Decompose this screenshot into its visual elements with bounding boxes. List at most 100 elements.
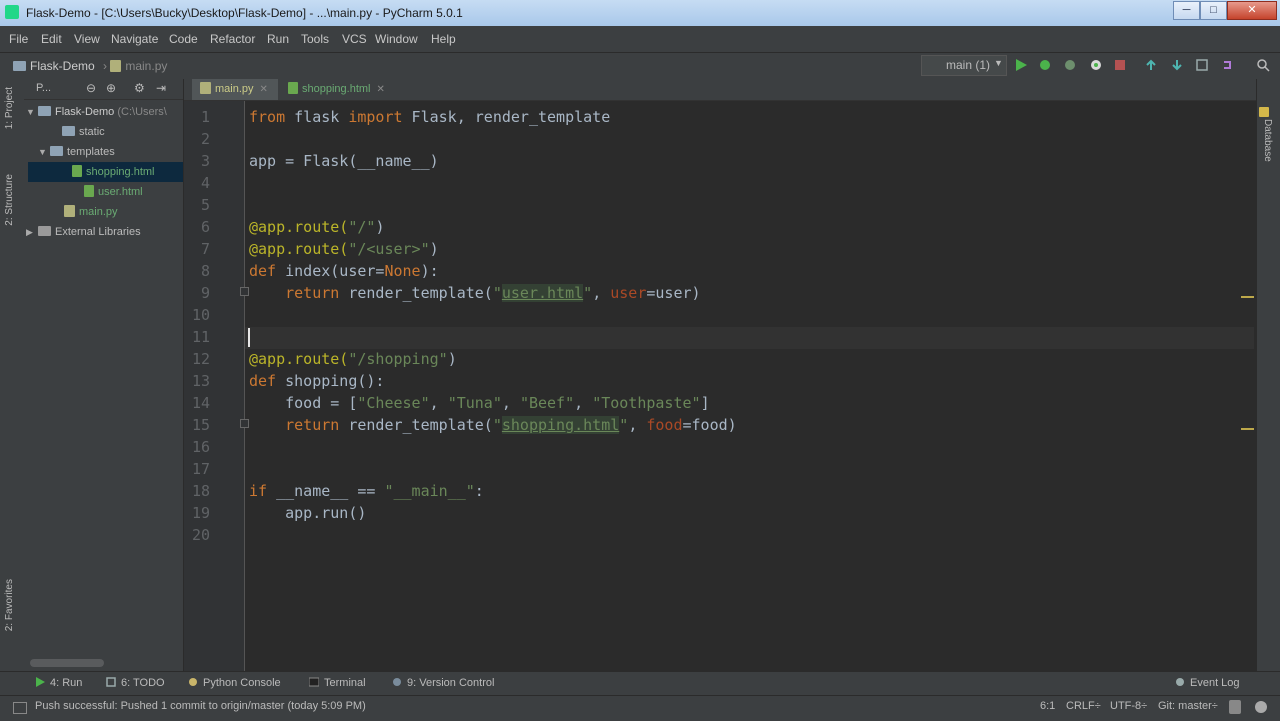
project-panel: P... ⊖ ⊕ ⚙ ⇥ ▼ Flask-Demo (C:\Users\ stat… [24,79,184,671]
line-number: 12 [191,350,210,368]
vcs-update-icon[interactable] [1144,58,1158,72]
warning-icon[interactable] [1259,107,1269,117]
breadcrumb-file[interactable]: › main.py [103,59,167,73]
menu-tools[interactable]: Tools [301,32,329,46]
code-line: food = ["Cheese", "Tuna", "Beef", "Tooth… [249,394,710,412]
gear-icon[interactable]: ⚙ [134,81,145,95]
menu-view[interactable]: View [74,32,100,46]
run-config-select[interactable]: main (1) ▼ [921,55,1007,76]
project-horizontal-scrollbar[interactable] [30,659,104,667]
current-line-highlight [245,327,1254,349]
stop-icon[interactable] [1113,58,1127,72]
git-branch[interactable]: Git: master÷ [1158,700,1218,712]
tree-item-user-html[interactable]: user.html [84,182,143,202]
version-control-icon [393,678,401,686]
structure-tool-tab[interactable]: 2: Structure [4,174,15,226]
menu-run[interactable]: Run [267,32,289,46]
tab-shopping-html[interactable]: shopping.html ✕ [280,79,408,100]
version-control-tool-button[interactable]: 9: Version Control [392,677,494,689]
favorites-tool-tab[interactable]: 2: Favorites [4,579,15,631]
pycharm-logo-icon [5,5,19,19]
database-tool-tab[interactable]: Database [1262,119,1273,162]
tree-item-templates[interactable]: ▼ templates [38,142,115,162]
code-line: def shopping(): [249,372,385,390]
lock-icon[interactable] [1229,700,1241,714]
library-icon [38,226,51,236]
code-line: @app.route("/<user>") [249,240,439,258]
file-encoding[interactable]: UTF-8÷ [1110,700,1147,712]
line-number: 2 [200,130,210,148]
coverage-icon[interactable] [1063,58,1077,72]
tool-windows-toggle-icon[interactable] [13,702,27,714]
debug-icon[interactable] [1038,58,1052,72]
event-log-button[interactable]: Event Log [1175,677,1240,689]
caret-position[interactable]: 6:1 [1040,700,1055,712]
tree-item-shopping-html[interactable]: shopping.html [28,162,183,182]
project-tool-tab[interactable]: 1: Project [4,87,15,129]
error-stripe-mark[interactable] [1241,296,1254,298]
tree-item-static[interactable]: static [50,122,105,142]
chevron-down-icon: ▼ [994,58,1003,68]
search-icon[interactable] [1256,58,1270,72]
hide-panel-icon[interactable]: ⇥ [156,81,166,95]
tree-item-main-py[interactable]: main.py [64,202,118,222]
html-file-icon [84,185,94,197]
scroll-from-source-icon[interactable]: ⊕ [106,81,116,95]
collapse-all-icon[interactable]: ⊖ [86,81,96,95]
html-file-icon [72,165,82,177]
status-bar: Push successful: Pushed 1 commit to orig… [0,695,1280,721]
title-bar: Flask-Demo - [C:\Users\Bucky\Desktop\Fla… [0,0,1280,26]
menu-bar: File Edit View Navigate Code Refactor Ru… [0,26,1280,52]
code-line: if __name__ == "__main__": [249,482,484,500]
folder-icon [38,106,51,116]
code-line: from flask import Flask, render_template [249,108,611,126]
line-number: 14 [191,394,210,412]
run-tool-button[interactable]: 4: Run [35,677,82,689]
breadcrumb-project[interactable]: Flask-Demo [13,59,95,73]
terminal-tool-button[interactable]: Terminal [309,677,366,689]
vcs-commit-icon[interactable] [1170,58,1184,72]
profile-icon[interactable] [1089,58,1103,72]
line-number: 6 [200,218,210,236]
python-file-icon [200,82,211,94]
menu-refactor[interactable]: Refactor [210,32,255,46]
minimize-button[interactable]: ─ [1173,1,1200,20]
menu-window[interactable]: Window [375,32,418,46]
run-icon[interactable] [1014,58,1028,72]
bottom-tool-bar: 4: Run 6: TODO Python Console Terminal 9… [0,671,1280,696]
error-stripe-mark[interactable] [1241,428,1254,430]
python-file-icon [64,205,75,217]
vcs-compare-icon[interactable] [1195,58,1209,72]
fold-marker-icon[interactable] [240,287,249,296]
tab-main-py[interactable]: main.py ✕ [192,79,278,100]
code-line: app.run() [249,504,367,522]
code-editor[interactable]: 1 2 3 4 5 6 7 8 9 10 11 12 13 14 15 16 1… [184,101,1256,671]
line-number: 8 [200,262,210,280]
fold-marker-icon[interactable] [240,419,249,428]
menu-navigate[interactable]: Navigate [111,32,158,46]
line-separator[interactable]: CRLF÷ [1066,700,1101,712]
project-view-select[interactable]: P... [36,82,51,94]
close-tab-icon[interactable]: ✕ [377,84,385,95]
todo-tool-button[interactable]: 6: TODO [106,677,165,689]
code-line: return render_template("user.html", user… [249,284,701,302]
run-config-label: main (1) [946,58,991,72]
menu-file[interactable]: File [9,32,28,46]
menu-vcs[interactable]: VCS [342,32,367,46]
folder-icon [62,126,75,136]
status-message[interactable]: Push successful: Pushed 1 commit to orig… [35,700,366,712]
menu-edit[interactable]: Edit [41,32,62,46]
close-button[interactable]: ✕ [1227,1,1277,20]
python-console-tool-button[interactable]: Python Console [188,677,281,689]
menu-code[interactable]: Code [169,32,198,46]
inspector-icon[interactable] [1255,701,1267,713]
vcs-revert-icon[interactable] [1220,58,1234,72]
right-tool-strip: Database [1256,79,1280,671]
maximize-button[interactable]: □ [1200,1,1227,20]
tree-item-external-libraries[interactable]: ▶ External Libraries [26,222,141,242]
tree-item-flask-demo[interactable]: ▼ Flask-Demo (C:\Users\ [26,102,167,122]
code-line: app = Flask(__name__) [249,152,439,170]
chevron-down-icon: ▼ [38,147,47,157]
menu-help[interactable]: Help [431,32,456,46]
close-tab-icon[interactable]: ✕ [260,84,268,95]
